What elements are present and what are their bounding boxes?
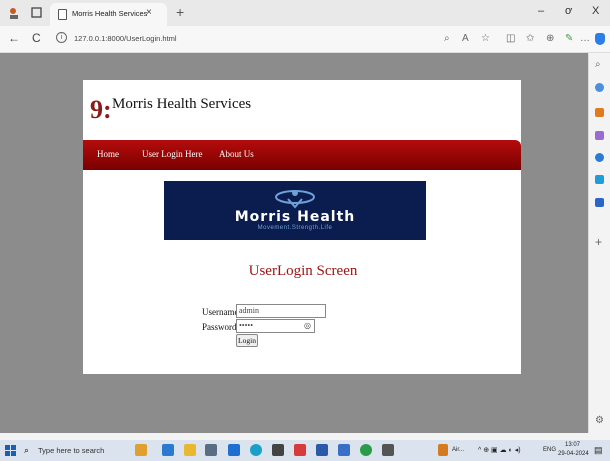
edge-sidebar: ⌕ + ⚙ (588, 53, 610, 433)
banner-image: Morris Health Movement.Strength.Life (164, 181, 426, 240)
page-card: 9: Morris Health Services Home User Logi… (83, 80, 521, 374)
search-icon: ⌕ (24, 445, 30, 455)
tab-title: Morris Health Services (72, 9, 148, 18)
add-sidebar-app-icon[interactable]: + (595, 235, 602, 249)
taskbar-search-text[interactable]: Type here to search (38, 446, 104, 455)
weather-icon[interactable] (438, 444, 448, 456)
split-screen-icon[interactable]: ◫ (506, 33, 515, 44)
chrome-icon[interactable] (360, 444, 372, 456)
clock-date[interactable]: 29-04-2024 (558, 451, 589, 457)
address-bar-row: ← C i 127.0.0.1:8000/UserLogin.html ⌕ A … (0, 26, 610, 53)
site-logo: 9: (90, 95, 112, 124)
page-title: UserLogin Screen (248, 263, 358, 279)
browser-tab[interactable]: Morris Health Services × (50, 3, 167, 26)
outlook-icon[interactable] (595, 198, 604, 207)
explorer-icon[interactable] (184, 444, 196, 456)
username-label: Username (202, 307, 239, 317)
widgets-icon[interactable] (135, 444, 147, 456)
task-view-icon[interactable] (162, 444, 174, 456)
nav-home[interactable]: Home (97, 149, 119, 159)
calculator-icon[interactable] (205, 444, 217, 456)
copilot-sidebar-icon[interactable] (595, 83, 604, 92)
python-icon[interactable] (294, 444, 306, 456)
site-name: Morris Health Services (112, 96, 252, 112)
banner-subtitle: Movement.Strength.Life (257, 225, 333, 231)
page-icon (58, 9, 67, 20)
language-indicator[interactable]: ENG (543, 447, 556, 453)
edge-icon[interactable] (250, 444, 262, 456)
read-aloud-icon[interactable]: A (462, 33, 469, 44)
profile-icon[interactable] (8, 6, 22, 20)
extensions-icon[interactable]: ✎ (565, 33, 573, 44)
word-icon[interactable] (316, 444, 328, 456)
tab-actions-icon[interactable] (30, 6, 44, 20)
password-input[interactable]: ••••• ◎ (236, 319, 315, 333)
close-window-button[interactable]: X (592, 5, 599, 17)
tray-icons[interactable]: ^ ⊕ ▣ ☁ ◐ ◂) (478, 446, 521, 454)
games-icon[interactable] (595, 153, 604, 162)
password-value: ••••• (239, 321, 254, 330)
nav-user-login[interactable]: User Login Here (142, 149, 202, 159)
restore-button[interactable]: ơ (565, 5, 572, 17)
site-info-icon[interactable]: i (56, 32, 67, 43)
reveal-password-icon[interactable]: ◎ (304, 320, 311, 332)
tools-icon[interactable] (595, 131, 604, 140)
refresh-icon[interactable]: C (32, 31, 41, 45)
more-menu-icon[interactable]: … (580, 33, 590, 44)
favorites-icon[interactable]: ✩ (526, 33, 534, 44)
browser-bottom-edge (0, 433, 610, 440)
banner-title: Morris Health (234, 209, 356, 225)
url-bar[interactable]: i 127.0.0.1:8000/UserLogin.html (52, 29, 522, 49)
username-input[interactable]: admin (236, 304, 326, 318)
back-icon[interactable]: ← (8, 31, 20, 45)
login-button[interactable]: Login (236, 334, 258, 347)
main-nav: Home User Login Here About Us (83, 140, 521, 170)
copilot-icon[interactable] (595, 33, 605, 45)
sidebar-settings-icon[interactable]: ⚙ (595, 415, 604, 426)
minimize-button[interactable]: – (538, 5, 544, 17)
clock-time[interactable]: 13:07 (565, 442, 580, 448)
notifications-icon[interactable]: ▤ (594, 445, 603, 456)
shopping-icon[interactable] (595, 108, 604, 117)
windows-start-icon[interactable] (5, 445, 17, 457)
collections-icon[interactable]: ⊕ (546, 33, 554, 44)
new-tab-button[interactable]: + (176, 4, 184, 20)
weather-text[interactable]: Air... (452, 447, 464, 453)
taskbar-search[interactable]: ⌕ Type here to search (20, 442, 130, 459)
visual-studio-icon[interactable] (338, 444, 350, 456)
search-icon[interactable]: ⌕ (444, 33, 450, 44)
windows-taskbar: ⌕ Type here to search Air... ^ ⊕ ▣ ☁ ◐ ◂… (0, 440, 610, 461)
nav-about-us[interactable]: About Us (219, 149, 254, 159)
close-tab-icon[interactable]: × (146, 7, 152, 18)
password-label: Password (202, 322, 237, 332)
app-icon[interactable] (382, 444, 394, 456)
favorite-star-icon[interactable]: ☆ (481, 33, 490, 44)
terminal-icon[interactable] (272, 444, 284, 456)
sidebar-search-icon[interactable]: ⌕ (595, 59, 601, 70)
browser-titlebar: Morris Health Services × + – ơ X (0, 0, 610, 26)
url-text[interactable]: 127.0.0.1:8000/UserLogin.html (74, 34, 177, 43)
store-icon[interactable] (228, 444, 240, 456)
office-icon[interactable] (595, 175, 604, 184)
